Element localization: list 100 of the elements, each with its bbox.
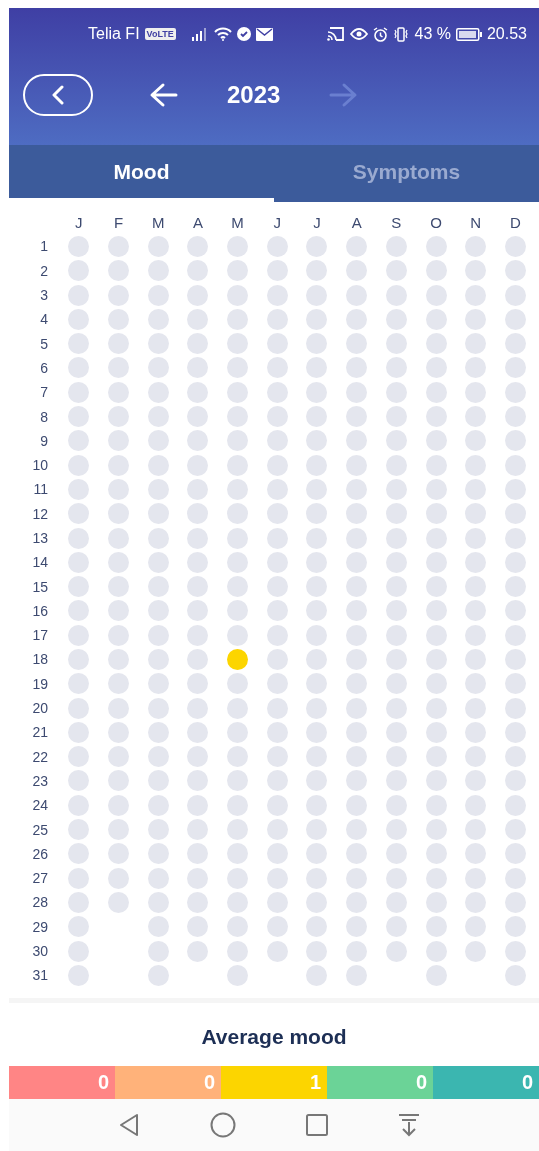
empty-day-dot[interactable] bbox=[227, 673, 249, 695]
empty-day-dot[interactable] bbox=[68, 333, 90, 355]
empty-day-dot[interactable] bbox=[346, 478, 368, 500]
empty-day-dot[interactable] bbox=[68, 746, 90, 768]
empty-day-dot[interactable] bbox=[227, 770, 249, 792]
empty-day-dot[interactable] bbox=[68, 794, 90, 816]
empty-day-dot[interactable] bbox=[227, 235, 249, 257]
empty-day-dot[interactable] bbox=[266, 600, 288, 622]
empty-day-dot[interactable] bbox=[504, 551, 526, 573]
empty-day-dot[interactable] bbox=[108, 576, 130, 598]
empty-day-dot[interactable] bbox=[147, 430, 169, 452]
empty-day-dot[interactable] bbox=[306, 819, 328, 841]
empty-day-dot[interactable] bbox=[108, 624, 130, 646]
empty-day-dot[interactable] bbox=[385, 576, 407, 598]
empty-day-dot[interactable] bbox=[68, 454, 90, 476]
empty-day-dot[interactable] bbox=[504, 527, 526, 549]
empty-day-dot[interactable] bbox=[187, 697, 209, 719]
empty-day-dot[interactable] bbox=[306, 576, 328, 598]
empty-day-dot[interactable] bbox=[346, 867, 368, 889]
empty-day-dot[interactable] bbox=[385, 600, 407, 622]
empty-day-dot[interactable] bbox=[147, 333, 169, 355]
empty-day-dot[interactable] bbox=[68, 357, 90, 379]
empty-day-dot[interactable] bbox=[108, 891, 130, 913]
empty-day-dot[interactable] bbox=[465, 551, 487, 573]
empty-day-dot[interactable] bbox=[187, 381, 209, 403]
empty-day-dot[interactable] bbox=[68, 964, 90, 986]
empty-day-dot[interactable] bbox=[306, 697, 328, 719]
empty-day-dot[interactable] bbox=[346, 964, 368, 986]
empty-day-dot[interactable] bbox=[227, 891, 249, 913]
empty-day-dot[interactable] bbox=[306, 235, 328, 257]
empty-day-dot[interactable] bbox=[147, 600, 169, 622]
empty-day-dot[interactable] bbox=[187, 891, 209, 913]
empty-day-dot[interactable] bbox=[266, 260, 288, 282]
empty-day-dot[interactable] bbox=[187, 770, 209, 792]
empty-day-dot[interactable] bbox=[504, 576, 526, 598]
empty-day-dot[interactable] bbox=[306, 940, 328, 962]
empty-day-dot[interactable] bbox=[346, 746, 368, 768]
empty-day-dot[interactable] bbox=[504, 284, 526, 306]
empty-day-dot[interactable] bbox=[306, 964, 328, 986]
empty-day-dot[interactable] bbox=[68, 867, 90, 889]
empty-day-dot[interactable] bbox=[227, 794, 249, 816]
empty-day-dot[interactable] bbox=[385, 867, 407, 889]
empty-day-dot[interactable] bbox=[425, 430, 447, 452]
empty-day-dot[interactable] bbox=[187, 794, 209, 816]
empty-day-dot[interactable] bbox=[425, 406, 447, 427]
empty-day-dot[interactable] bbox=[385, 478, 407, 500]
empty-day-dot[interactable] bbox=[346, 503, 368, 525]
empty-day-dot[interactable] bbox=[306, 284, 328, 306]
empty-day-dot[interactable] bbox=[346, 235, 368, 257]
empty-day-dot[interactable] bbox=[306, 794, 328, 816]
empty-day-dot[interactable] bbox=[346, 940, 368, 962]
recents-square-icon[interactable] bbox=[306, 1113, 328, 1136]
empty-day-dot[interactable] bbox=[68, 381, 90, 403]
empty-day-dot[interactable] bbox=[266, 891, 288, 913]
empty-day-dot[interactable] bbox=[385, 891, 407, 913]
empty-day-dot[interactable] bbox=[227, 454, 249, 476]
empty-day-dot[interactable] bbox=[266, 284, 288, 306]
empty-day-dot[interactable] bbox=[346, 527, 368, 549]
empty-day-dot[interactable] bbox=[227, 430, 249, 452]
empty-day-dot[interactable] bbox=[465, 673, 487, 695]
empty-day-dot[interactable] bbox=[425, 794, 447, 816]
empty-day-dot[interactable] bbox=[187, 916, 209, 938]
empty-day-dot[interactable] bbox=[68, 527, 90, 549]
empty-day-dot[interactable] bbox=[504, 235, 526, 257]
empty-day-dot[interactable] bbox=[108, 843, 130, 865]
empty-day-dot[interactable] bbox=[504, 746, 526, 768]
empty-day-dot[interactable] bbox=[425, 357, 447, 379]
empty-day-dot[interactable] bbox=[425, 697, 447, 719]
empty-day-dot[interactable] bbox=[306, 503, 328, 525]
empty-day-dot[interactable] bbox=[187, 503, 209, 525]
empty-day-dot[interactable] bbox=[346, 333, 368, 355]
empty-day-dot[interactable] bbox=[68, 430, 90, 452]
empty-day-dot[interactable] bbox=[187, 235, 209, 257]
empty-day-dot[interactable] bbox=[385, 770, 407, 792]
empty-day-dot[interactable] bbox=[108, 794, 130, 816]
empty-day-dot[interactable] bbox=[147, 551, 169, 573]
empty-day-dot[interactable] bbox=[306, 916, 328, 938]
mood-dot[interactable] bbox=[227, 649, 249, 670]
empty-day-dot[interactable] bbox=[504, 964, 526, 986]
empty-day-dot[interactable] bbox=[266, 649, 288, 670]
empty-day-dot[interactable] bbox=[68, 260, 90, 282]
empty-day-dot[interactable] bbox=[504, 624, 526, 646]
empty-day-dot[interactable] bbox=[425, 649, 447, 670]
empty-day-dot[interactable] bbox=[465, 794, 487, 816]
empty-day-dot[interactable] bbox=[465, 721, 487, 743]
empty-day-dot[interactable] bbox=[465, 843, 487, 865]
empty-day-dot[interactable] bbox=[346, 843, 368, 865]
empty-day-dot[interactable] bbox=[227, 308, 249, 330]
empty-day-dot[interactable] bbox=[306, 260, 328, 282]
empty-day-dot[interactable] bbox=[465, 478, 487, 500]
empty-day-dot[interactable] bbox=[385, 697, 407, 719]
empty-day-dot[interactable] bbox=[465, 576, 487, 598]
empty-day-dot[interactable] bbox=[425, 770, 447, 792]
empty-day-dot[interactable] bbox=[108, 308, 130, 330]
empty-day-dot[interactable] bbox=[108, 600, 130, 622]
empty-day-dot[interactable] bbox=[504, 260, 526, 282]
empty-day-dot[interactable] bbox=[108, 454, 130, 476]
empty-day-dot[interactable] bbox=[504, 697, 526, 719]
empty-day-dot[interactable] bbox=[425, 940, 447, 962]
download-arrow-icon[interactable] bbox=[398, 1112, 420, 1137]
